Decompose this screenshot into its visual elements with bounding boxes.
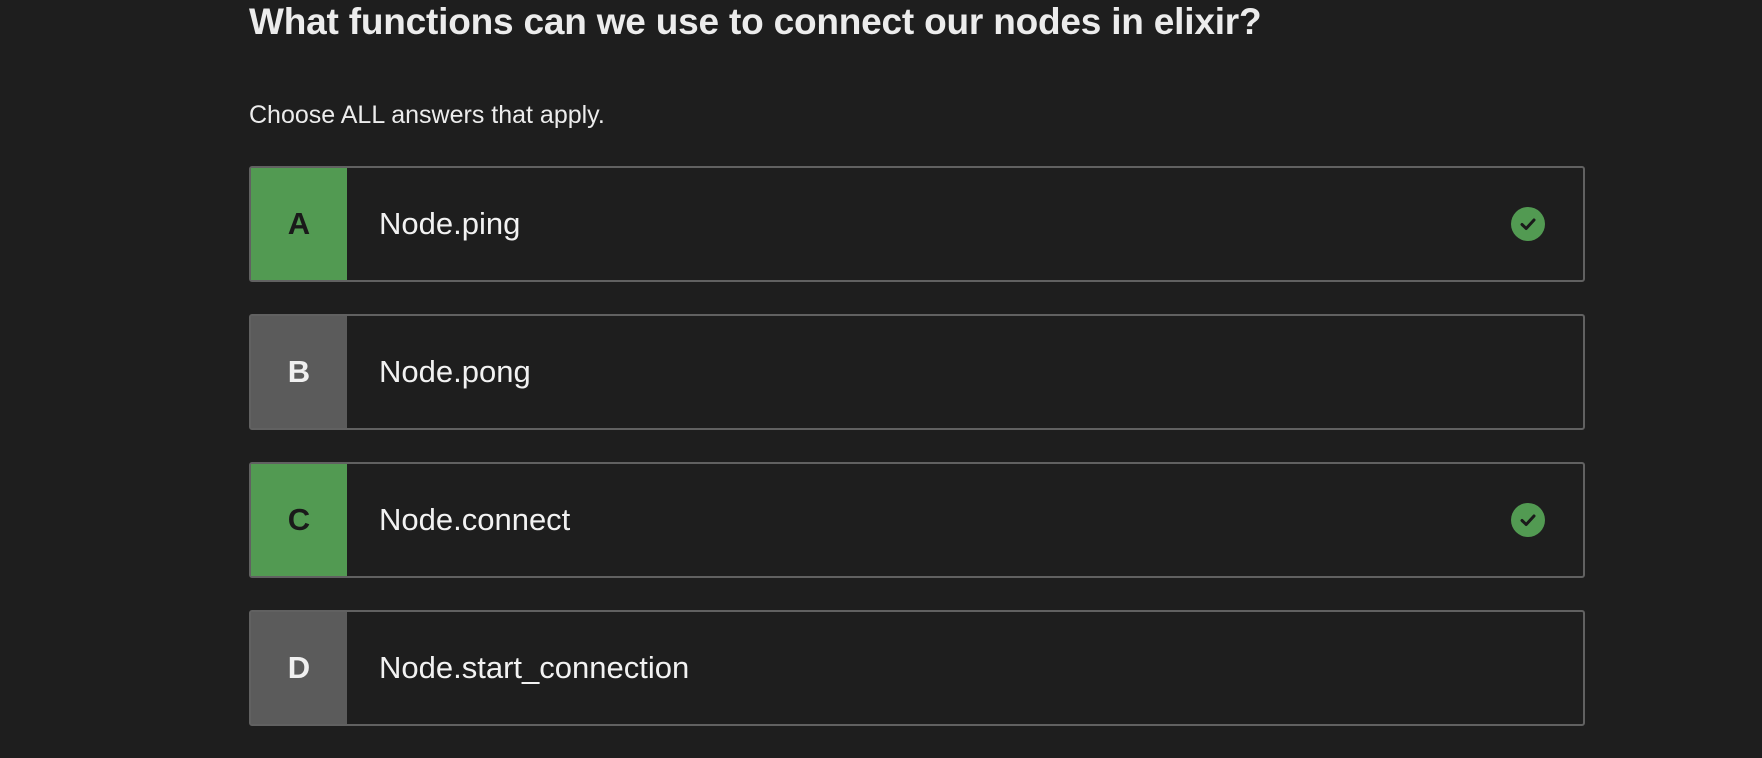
answer-option-b[interactable]: B Node.pong — [249, 314, 1585, 430]
answer-letter: A — [251, 168, 347, 280]
answer-option-a[interactable]: A Node.ping — [249, 166, 1585, 282]
answer-list: A Node.ping B Node.pong C Node.connect D… — [249, 166, 1585, 758]
answer-letter: C — [251, 464, 347, 576]
answer-text: Node.start_connection — [379, 650, 690, 685]
answer-letter: B — [251, 316, 347, 428]
question-instructions: Choose ALL answers that apply. — [249, 101, 605, 129]
answer-letter: D — [251, 612, 347, 724]
answer-text: Node.ping — [379, 206, 521, 241]
question-title: What functions can we use to connect our… — [249, 1, 1262, 42]
check-circle-icon — [1511, 207, 1545, 241]
answer-text: Node.connect — [379, 502, 571, 537]
answer-option-c[interactable]: C Node.connect — [249, 462, 1585, 578]
answer-text: Node.pong — [379, 354, 531, 389]
answer-option-d[interactable]: D Node.start_connection — [249, 610, 1585, 726]
check-circle-icon — [1511, 503, 1545, 537]
